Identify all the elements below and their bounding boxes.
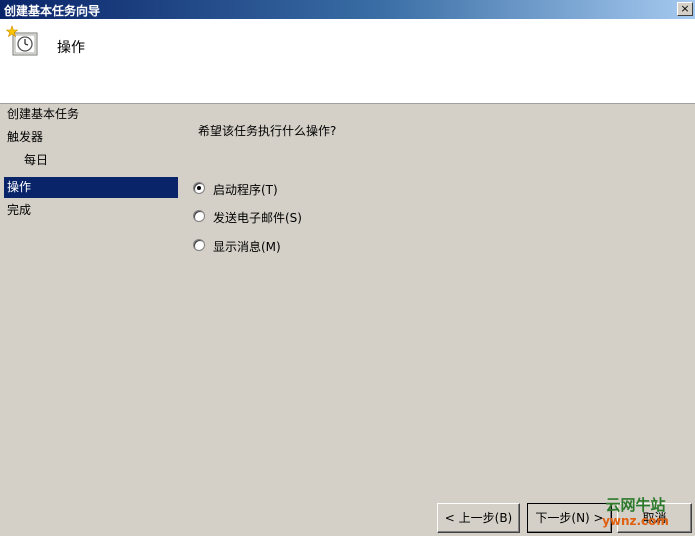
close-icon: × [680, 2, 690, 15]
action-prompt: 希望该任务执行什么操作? [198, 124, 337, 138]
site-watermark: 云网牛站 ywnz.com [598, 496, 673, 532]
send-email-label[interactable]: 发送电子邮件(S) [213, 209, 302, 226]
step-create-basic-task[interactable]: 创建基本任务 [4, 104, 178, 125]
show-message-label[interactable]: 显示消息(M) [213, 238, 281, 255]
task-clock-icon [5, 25, 40, 59]
show-message-radio[interactable] [193, 239, 205, 251]
step-daily[interactable]: 每日 [4, 150, 178, 171]
page-title: 操作 [57, 40, 85, 56]
start-program-label[interactable]: 启动程序(T) [213, 181, 278, 198]
step-trigger[interactable]: 触发器 [4, 127, 178, 148]
start-program-radio[interactable] [193, 182, 205, 194]
step-action[interactable]: 操作 [4, 177, 178, 198]
title-bar: 创建基本任务向导 × [0, 0, 695, 19]
radio-selected-dot [197, 186, 201, 190]
wizard-header: 操作 [0, 19, 695, 104]
watermark-line2: ywnz.com [602, 514, 669, 528]
send-email-radio[interactable] [193, 210, 205, 222]
close-button[interactable]: × [677, 2, 693, 16]
wizard-steps: 创建基本任务 触发器 每日 操作 完成 [0, 104, 180, 404]
window-title: 创建基本任务向导 [4, 4, 101, 18]
back-button[interactable]: < 上一步(B) [437, 503, 520, 533]
step-finish[interactable]: 完成 [4, 200, 178, 221]
watermark-line1: 云网牛站 [605, 496, 666, 514]
